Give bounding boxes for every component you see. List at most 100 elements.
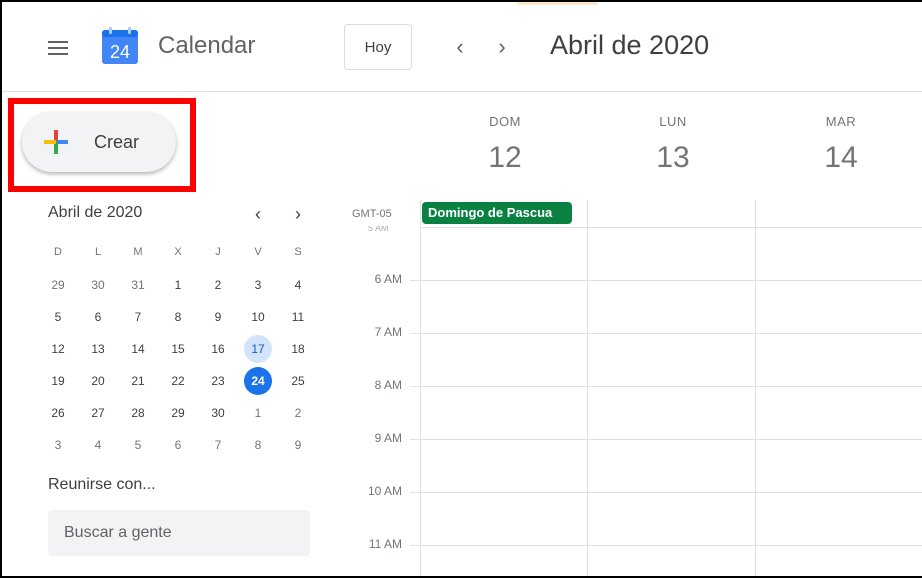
day-of-week-label: LUN [659, 114, 687, 129]
hour-label: 6 AM [374, 272, 402, 286]
mini-calendar-day[interactable]: 11 [278, 303, 318, 329]
mini-calendar-week-row: 29 30 31 1 2 3 4 [38, 268, 318, 300]
mini-calendar-day[interactable]: 1 [238, 399, 278, 425]
mini-calendar-day[interactable]: 13 [78, 335, 118, 361]
mini-calendar-day[interactable]: 25 [278, 367, 318, 393]
search-people-input[interactable]: Buscar a gente [48, 510, 310, 556]
hour-label: 8 AM [374, 378, 402, 392]
mini-calendar-week-row: 26 27 28 29 30 1 2 [38, 396, 318, 428]
mini-calendar-day[interactable]: 15 [158, 335, 198, 361]
hour-gridline [410, 386, 922, 387]
day-number: 14 [824, 141, 858, 174]
day-number: 29 [171, 406, 185, 420]
day-number: 19 [51, 374, 65, 388]
mini-calendar-week-row: 12 13 14 15 16 17 18 [38, 332, 318, 364]
mini-calendar-day[interactable]: 20 [78, 367, 118, 393]
mini-calendar-day[interactable]: 3 [238, 271, 278, 297]
logo-day-number: 24 [110, 42, 130, 62]
day-number: 11 [291, 310, 305, 324]
mini-calendar-day[interactable]: 3 [38, 431, 78, 457]
chevron-right-icon: › [498, 34, 506, 59]
main-menu-button[interactable] [38, 30, 78, 66]
hour-label: 7 AM [374, 325, 402, 339]
mini-calendar-day[interactable]: 14 [118, 335, 158, 361]
day-of-week-label: DOM [489, 114, 521, 129]
mini-calendar-day[interactable]: 6 [78, 303, 118, 329]
mini-calendar-day[interactable]: 21 [118, 367, 158, 393]
mini-calendar-day[interactable]: 6 [158, 431, 198, 457]
mini-calendar-day[interactable]: 19 [38, 367, 78, 393]
mini-calendar-day[interactable]: 5 [38, 303, 78, 329]
mini-calendar-day[interactable]: 5 [118, 431, 158, 457]
day-number: 12 [51, 342, 65, 356]
chevron-right-icon: › [295, 203, 301, 224]
mini-calendar-day[interactable]: 27 [78, 399, 118, 425]
column-divider [587, 200, 588, 576]
mini-calendar-grid: D L M X J V S 29 30 31 1 2 3 4 5 6 7 8 9 10 11 12 13 14 15 16 17 18… [38, 236, 318, 460]
mini-calendar-day[interactable]: 4 [78, 431, 118, 457]
mini-calendar-day[interactable]: 18 [278, 335, 318, 361]
mini-calendar-day[interactable]: 4 [278, 271, 318, 297]
mini-calendar-selected-day[interactable]: 17 [238, 335, 278, 363]
day-number: 14 [131, 342, 145, 356]
mini-calendar-next-button[interactable]: › [286, 202, 310, 226]
calendar-window: 24 Calendar Hoy ‹ › Abril de 2020 Crear … [0, 0, 922, 578]
mini-calendar-day[interactable]: 10 [238, 303, 278, 329]
column-divider [755, 200, 756, 576]
app-title: Calendar [158, 32, 256, 59]
mini-calendar-day[interactable]: 29 [38, 271, 78, 297]
mini-calendar-day[interactable]: 28 [118, 399, 158, 425]
mini-calendar-prev-button[interactable]: ‹ [246, 202, 270, 226]
mini-calendar-day[interactable]: 26 [38, 399, 78, 425]
day-number: 9 [214, 310, 222, 324]
day-number: 27 [91, 406, 105, 420]
mini-calendar-day[interactable]: 22 [158, 367, 198, 393]
next-week-button[interactable]: › [488, 32, 516, 62]
day-number: 13 [656, 141, 690, 174]
day-of-week-label: MAR [825, 114, 857, 129]
calendar-logo-icon: 24 [102, 27, 138, 64]
mini-calendar-week-row: 5 6 7 8 9 10 11 [38, 300, 318, 332]
mini-calendar-day[interactable]: 9 [198, 303, 238, 329]
column-divider [420, 200, 421, 576]
hour-gridline [410, 545, 922, 546]
mini-calendar-day[interactable]: 7 [118, 303, 158, 329]
hour-gridline [410, 280, 922, 281]
hour-label: 10 AM [367, 484, 402, 498]
mini-calendar-day[interactable]: 2 [278, 399, 318, 425]
weekday-label: D [54, 246, 62, 258]
today-button[interactable]: Hoy [344, 24, 412, 70]
day-header-monday[interactable]: LUN 13 [588, 114, 758, 175]
mini-calendar-day[interactable]: 16 [198, 335, 238, 361]
mini-calendar-day[interactable]: 7 [198, 431, 238, 457]
previous-week-button[interactable]: ‹ [446, 32, 474, 62]
mini-calendar-day[interactable]: 30 [198, 399, 238, 425]
day-number: 7 [134, 310, 142, 324]
weekday-label: L [94, 246, 102, 258]
mini-calendar-day[interactable]: 2 [198, 271, 238, 297]
all-day-event[interactable]: Domingo de Pascua [422, 202, 572, 224]
mini-calendar-day[interactable]: 12 [38, 335, 78, 361]
day-number: 7 [214, 438, 222, 452]
mini-calendar-day[interactable]: 23 [198, 367, 238, 393]
day-number: 29 [51, 278, 65, 292]
day-number: 15 [171, 342, 185, 356]
weekday-label: X [174, 246, 182, 258]
mini-calendar-day[interactable]: 9 [278, 431, 318, 457]
mini-calendar-today[interactable]: 24 [238, 367, 278, 395]
day-header-sunday[interactable]: DOM 12 [420, 114, 590, 175]
day-number: 24 [244, 367, 272, 395]
menu-icon-bar [48, 41, 68, 43]
day-number: 12 [488, 141, 522, 174]
create-button[interactable]: Crear [22, 112, 176, 172]
mini-calendar-day[interactable]: 29 [158, 399, 198, 425]
mini-calendar-day[interactable]: 8 [238, 431, 278, 457]
day-number: 10 [251, 310, 265, 324]
day-number: 25 [291, 374, 305, 388]
mini-calendar-day[interactable]: 8 [158, 303, 198, 329]
mini-calendar-day[interactable]: 31 [118, 271, 158, 297]
mini-calendar-day[interactable]: 1 [158, 271, 198, 297]
mini-calendar-day[interactable]: 30 [78, 271, 118, 297]
day-header-tuesday[interactable]: MAR 14 [756, 114, 922, 175]
day-number: 4 [294, 278, 302, 292]
